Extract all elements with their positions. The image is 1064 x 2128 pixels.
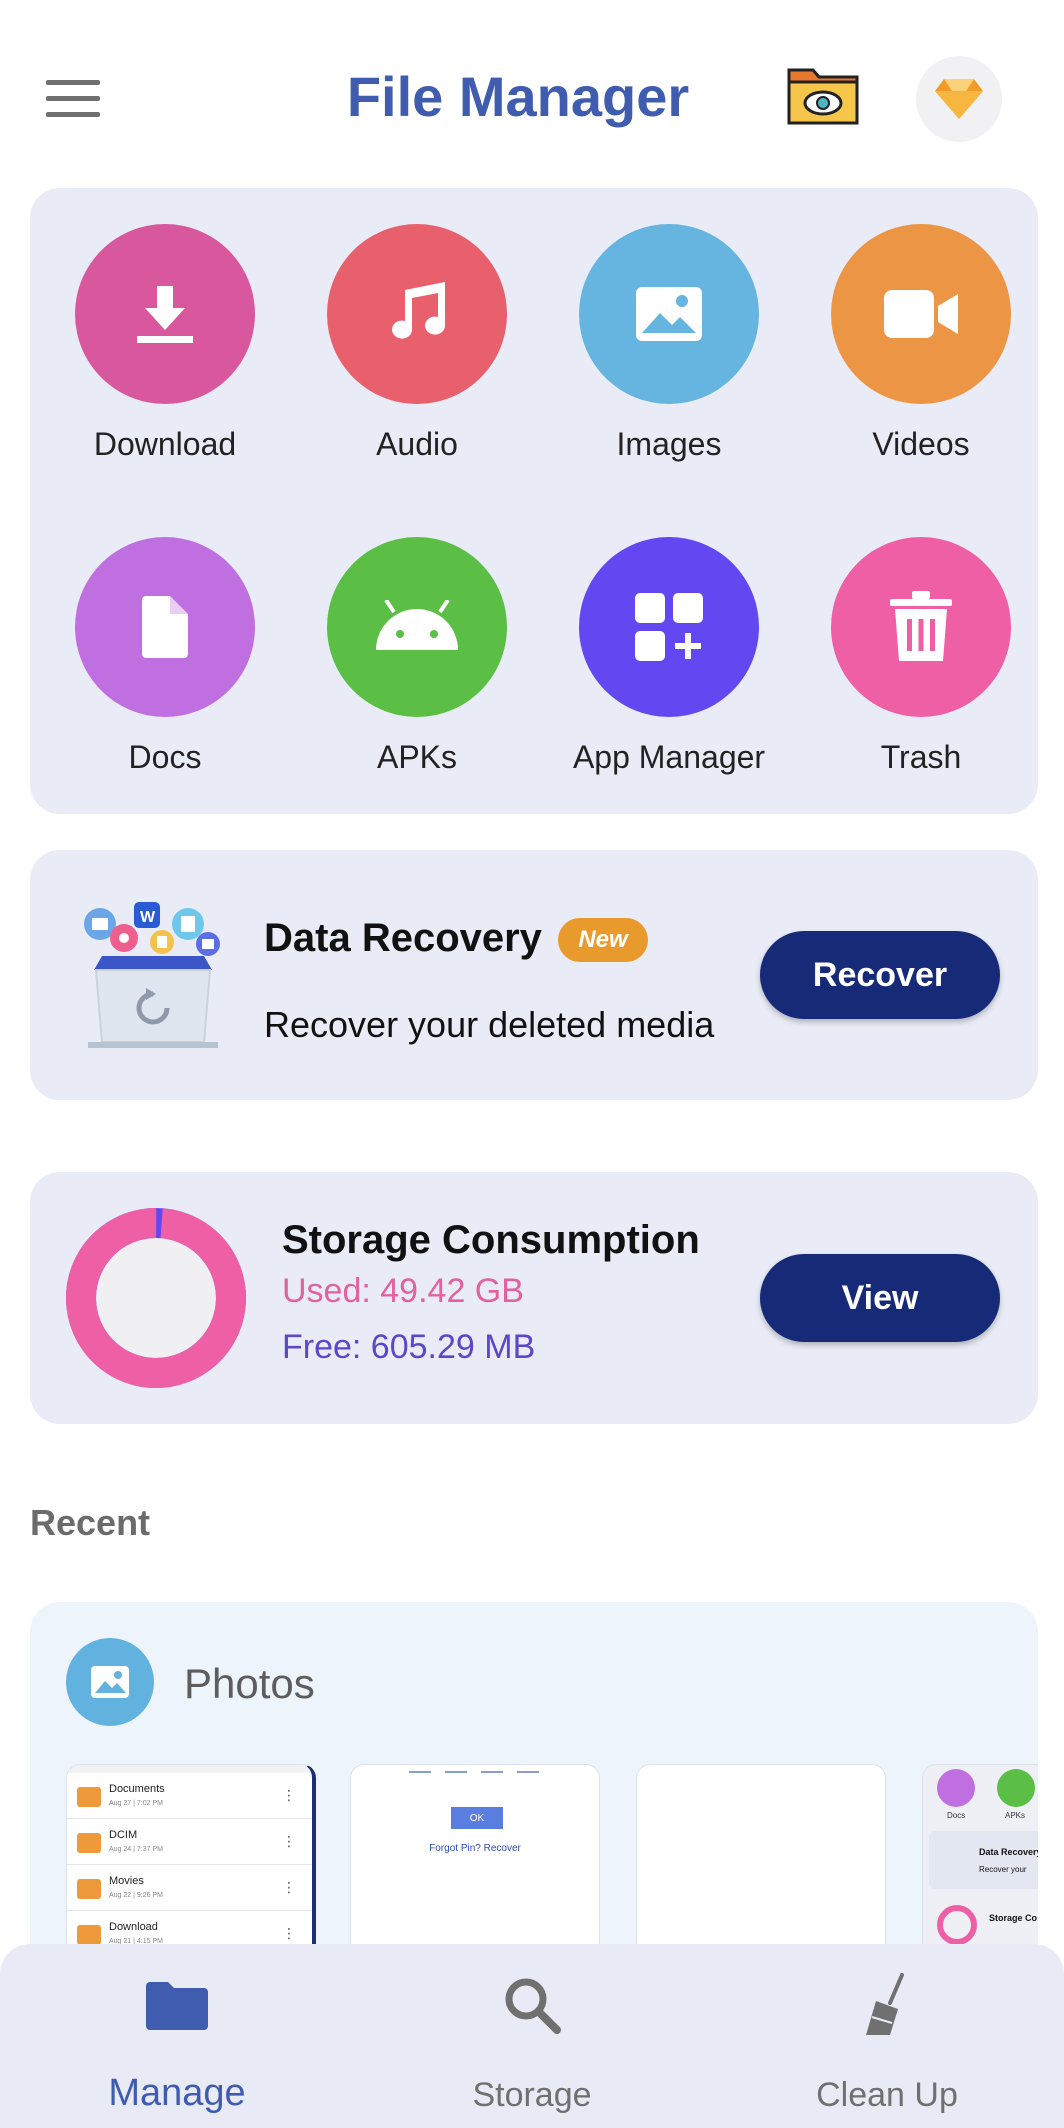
- category-audio[interactable]: Audio: [307, 224, 527, 463]
- app-header: File Manager: [0, 0, 1064, 190]
- photos-group-label: Photos: [184, 1660, 315, 1707]
- category-trash[interactable]: Trash: [811, 537, 1031, 776]
- diamond-icon: [935, 79, 983, 119]
- recover-button[interactable]: Recover: [760, 931, 1000, 1019]
- page-title: File Manager: [346, 65, 690, 128]
- svg-text:W: W: [140, 909, 156, 926]
- folder-eye-icon[interactable]: [785, 62, 861, 128]
- search-icon: [492, 1970, 572, 2040]
- storage-consumption-card[interactable]: Storage Consumption Used: 49.42 GB Free:…: [30, 1172, 1038, 1424]
- category-videos[interactable]: Videos: [811, 224, 1031, 463]
- view-storage-button[interactable]: View: [760, 1254, 1000, 1342]
- image-icon: [579, 224, 759, 404]
- thumb-list-item: Movies Aug 22 | 9:26 PM ⋮: [67, 1865, 312, 1911]
- folder-icon: [137, 1970, 217, 2040]
- storage-donut-chart: [66, 1208, 246, 1388]
- broom-icon: [847, 1970, 927, 2040]
- music-note-icon: [327, 224, 507, 404]
- video-camera-icon: [831, 224, 1011, 404]
- category-docs[interactable]: Docs: [55, 537, 275, 776]
- recovery-box-illustration: W: [78, 894, 228, 1054]
- categories-card: Download Audio Images Videos Docs APKs A…: [30, 188, 1038, 814]
- data-recovery-card[interactable]: W Data Recovery New Recover your deleted…: [30, 850, 1038, 1100]
- nav-storage[interactable]: Storage: [355, 1944, 709, 2128]
- bottom-navigation: Manage Storage Clean Up: [0, 1944, 1064, 2128]
- premium-button[interactable]: [916, 56, 1002, 142]
- recovery-title: Data Recovery: [264, 916, 542, 960]
- android-icon: [327, 537, 507, 717]
- download-icon: [75, 224, 255, 404]
- nav-clean-up[interactable]: Clean Up: [710, 1944, 1064, 2128]
- recovery-subtitle: Recover your deleted media: [264, 1004, 715, 1045]
- storage-used-text: Used: 49.42 GB: [282, 1272, 524, 1310]
- storage-title: Storage Consumption: [282, 1218, 700, 1262]
- thumb-list-item: Documents Aug 27 | 7:02 PM ⋮: [67, 1773, 312, 1819]
- document-icon: [75, 537, 255, 717]
- trash-icon: [831, 537, 1011, 717]
- new-badge: New: [558, 918, 648, 962]
- photos-icon: [66, 1638, 154, 1726]
- category-apks[interactable]: APKs: [307, 537, 527, 776]
- category-app-manager[interactable]: App Manager: [559, 537, 779, 776]
- nav-manage[interactable]: Manage: [0, 1944, 354, 2128]
- category-download[interactable]: Download: [55, 224, 275, 463]
- recent-section-title: Recent: [30, 1502, 151, 1543]
- category-images[interactable]: Images: [559, 224, 779, 463]
- storage-free-text: Free: 605.29 MB: [282, 1328, 536, 1366]
- thumb-list-item: DCIM Aug 24 | 7:37 PM ⋮: [67, 1819, 312, 1865]
- apps-add-icon: [579, 537, 759, 717]
